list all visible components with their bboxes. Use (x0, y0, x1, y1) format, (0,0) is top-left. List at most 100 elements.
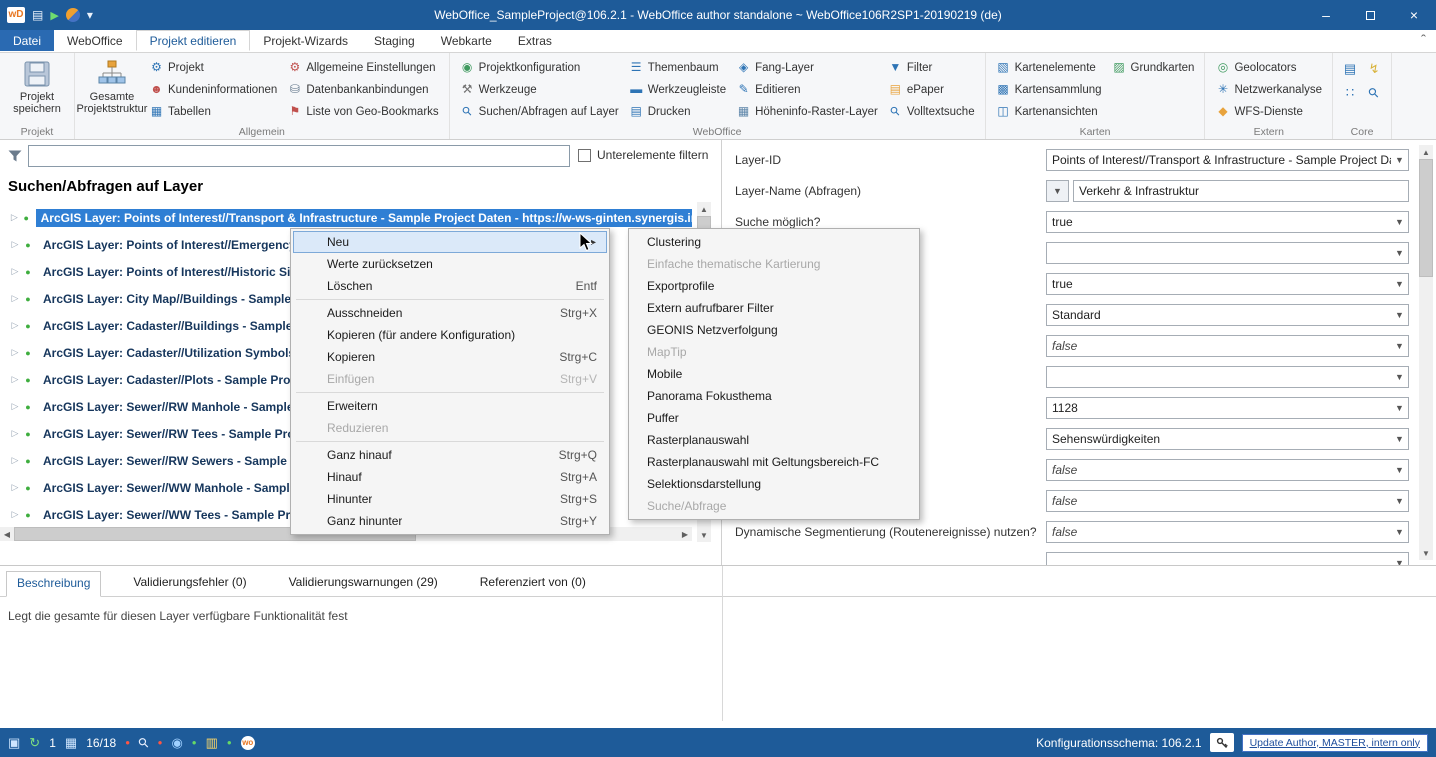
core-grid-icon[interactable]: ▤ (1338, 57, 1362, 81)
close-button[interactable]: × (1392, 0, 1436, 30)
dropdown-arrow-icon[interactable] (1391, 217, 1408, 227)
minimize-button[interactable]: – (1304, 0, 1348, 30)
submenu-item-clustering[interactable]: Clustering (631, 231, 917, 253)
property-dropdown[interactable]: 1128 (1046, 397, 1409, 419)
grid-edit-icon[interactable]: ▦ (65, 735, 77, 751)
menu-item-hinunter[interactable]: HinunterStrg+S (293, 488, 607, 510)
property-dropdown[interactable]: true (1046, 273, 1409, 295)
submenu-item-puffer[interactable]: Puffer (631, 407, 917, 429)
button-datenbankanbindungen[interactable]: ⛁Datenbankanbindungen (282, 79, 443, 100)
property-dropdown[interactable]: false (1046, 335, 1409, 357)
button-allgemeine-einstellungen[interactable]: ⚙Allgemeine Einstellungen (282, 57, 443, 78)
ribbon-collapse-icon[interactable]: ˆ (1421, 30, 1426, 51)
dropdown-arrow-icon[interactable] (1391, 434, 1408, 444)
layer-name-input[interactable]: Verkehr & Infrastruktur (1073, 180, 1409, 202)
button-kartenansichten[interactable]: ◫Kartenansichten (991, 101, 1107, 122)
monitor-icon[interactable]: ▣ (8, 735, 20, 751)
expand-arrow-icon[interactable]: ▷ (8, 212, 21, 223)
tab-projekt-wizards[interactable]: Projekt-Wizards (250, 30, 361, 51)
layer-id-dropdown[interactable]: Points of Interest//Transport & Infrastr… (1046, 149, 1409, 171)
property-dropdown[interactable]: false (1046, 459, 1409, 481)
tab-weboffice[interactable]: WebOffice (54, 30, 136, 51)
property-dropdown[interactable]: false (1046, 490, 1409, 512)
user-badge[interactable]: Update Author, MASTER, intern only (1242, 734, 1428, 752)
dropdown-arrow-icon[interactable] (1391, 527, 1408, 537)
button-kundeninformationen[interactable]: ☻Kundeninformationen (144, 79, 282, 100)
core-bolt-icon[interactable]: ↯ (1362, 57, 1386, 81)
menu-item-erweitern[interactable]: Erweitern (293, 395, 607, 417)
menu-item-kopieren[interactable]: KopierenStrg+C (293, 346, 607, 368)
property-dropdown[interactable] (1046, 366, 1409, 388)
tab-projekt-editieren[interactable]: Projekt editieren (136, 30, 251, 51)
button-fang-layer[interactable]: ◈Fang-Layer (731, 57, 883, 78)
button-kartensammlung[interactable]: ▩Kartensammlung (991, 79, 1107, 100)
button-editieren[interactable]: ✎Editieren (731, 79, 883, 100)
dropdown-arrow-icon[interactable] (1391, 248, 1408, 258)
weboffice-status-icon[interactable]: wo (241, 736, 255, 750)
refresh-icon[interactable]: ↻ (29, 735, 40, 751)
expand-arrow-icon[interactable]: ▷ (8, 482, 22, 493)
tab-validierungswarnungen[interactable]: Validierungswarnungen (29) (279, 571, 448, 596)
tab-webkarte[interactable]: Webkarte (428, 30, 505, 51)
expand-arrow-icon[interactable]: ▷ (8, 428, 22, 439)
button-suchen-abfragen-auf-layer[interactable]: ⚲Suchen/Abfragen auf Layer (455, 101, 624, 122)
run-icon[interactable]: ▶ (50, 9, 58, 22)
dropdown-arrow-icon[interactable] (1391, 341, 1408, 351)
scroll-left-icon[interactable]: ◀ (0, 527, 14, 541)
submenu-item-rasterplanauswahl-geltungsbereich[interactable]: Rasterplanauswahl mit Geltungsbereich-FC (631, 451, 917, 473)
submenu-item-selektionsdarstellung[interactable]: Selektionsdarstellung (631, 473, 917, 495)
tree-item[interactable]: ▷●ArcGIS Layer: Points of Interest//Tran… (0, 204, 692, 231)
property-dropdown[interactable]: Standard (1046, 304, 1409, 326)
filter-input[interactable] (28, 145, 570, 167)
save-icon[interactable]: ▤ (32, 8, 43, 22)
expand-arrow-icon[interactable]: ▷ (8, 239, 22, 250)
gesamte-projektstruktur-button[interactable]: Gesamte Projektstruktur (80, 55, 144, 115)
properties-vertical-scrollbar[interactable]: ▲ ▼ (1419, 145, 1433, 560)
submenu-item-exportprofile[interactable]: Exportprofile (631, 275, 917, 297)
button-grundkarten[interactable]: ▨Grundkarten (1107, 57, 1200, 78)
layer-name-dropdown-button[interactable] (1046, 180, 1069, 202)
submenu-item-mobile[interactable]: Mobile (631, 363, 917, 385)
button-hoeheninfo-raster-layer[interactable]: ▦Höheninfo-Raster-Layer (731, 101, 883, 122)
submenu-item-rasterplanauswahl[interactable]: Rasterplanauswahl (631, 429, 917, 451)
expand-arrow-icon[interactable]: ▷ (8, 320, 22, 331)
submenu-item-geonis-netzverfolgung[interactable]: GEONIS Netzverfolgung (631, 319, 917, 341)
dropdown-arrow-icon[interactable] (1391, 310, 1408, 320)
dropdown-arrow-icon[interactable] (1391, 496, 1408, 506)
button-projekt[interactable]: ⚙Projekt (144, 57, 282, 78)
dropdown-arrow-icon[interactable] (1391, 465, 1408, 475)
property-dropdown[interactable] (1046, 242, 1409, 264)
tab-datei[interactable]: Datei (0, 30, 54, 51)
scroll-up-icon[interactable]: ▲ (1419, 145, 1433, 159)
menu-item-ganz-hinauf[interactable]: Ganz hinaufStrg+Q (293, 444, 607, 466)
scroll-down-icon[interactable]: ▼ (1419, 546, 1433, 560)
property-dropdown[interactable]: true (1046, 211, 1409, 233)
filter-funnel-icon[interactable] (7, 148, 23, 164)
button-geolocators[interactable]: ◎Geolocators (1210, 57, 1327, 78)
search-status-icon[interactable]: ⚲ (139, 735, 149, 751)
tab-extras[interactable]: Extras (505, 30, 565, 51)
tab-beschreibung[interactable]: Beschreibung (6, 571, 101, 597)
button-tabellen[interactable]: ▦Tabellen (144, 101, 282, 122)
button-wfs-dienste[interactable]: ◆WFS-Dienste (1210, 101, 1327, 122)
key-button[interactable] (1210, 733, 1234, 752)
projekt-speichern-button[interactable]: Projekt speichern (5, 55, 69, 115)
menu-item-ganz-hinunter[interactable]: Ganz hinunterStrg+Y (293, 510, 607, 532)
button-werkzeuge[interactable]: ⚒Werkzeuge (455, 79, 624, 100)
core-search-icon[interactable]: ⚲ (1362, 81, 1386, 105)
button-kartenelemente[interactable]: ▧Kartenelemente (991, 57, 1107, 78)
button-filter[interactable]: ▼Filter (883, 57, 980, 78)
weboffice-app-icon[interactable]: wD (7, 7, 25, 23)
globe-status-icon[interactable]: ◉ (171, 735, 182, 751)
tab-staging[interactable]: Staging (361, 30, 428, 51)
button-geo-bookmarks[interactable]: ⚑Liste von Geo-Bookmarks (282, 101, 443, 122)
scroll-right-icon[interactable]: ▶ (678, 527, 692, 541)
button-volltextsuche[interactable]: ⚲Volltextsuche (883, 101, 980, 122)
scroll-down-icon[interactable]: ▼ (697, 528, 711, 542)
submenu-item-panorama-fokusthema[interactable]: Panorama Fokusthema (631, 385, 917, 407)
button-drucken[interactable]: ▤Drucken (624, 101, 731, 122)
dropdown-arrow-icon[interactable] (1391, 558, 1408, 565)
weboffice-run-icon[interactable] (66, 8, 80, 22)
menu-item-neu[interactable]: Neu▸ (293, 231, 607, 253)
dropdown-arrow-icon[interactable] (1391, 279, 1408, 289)
